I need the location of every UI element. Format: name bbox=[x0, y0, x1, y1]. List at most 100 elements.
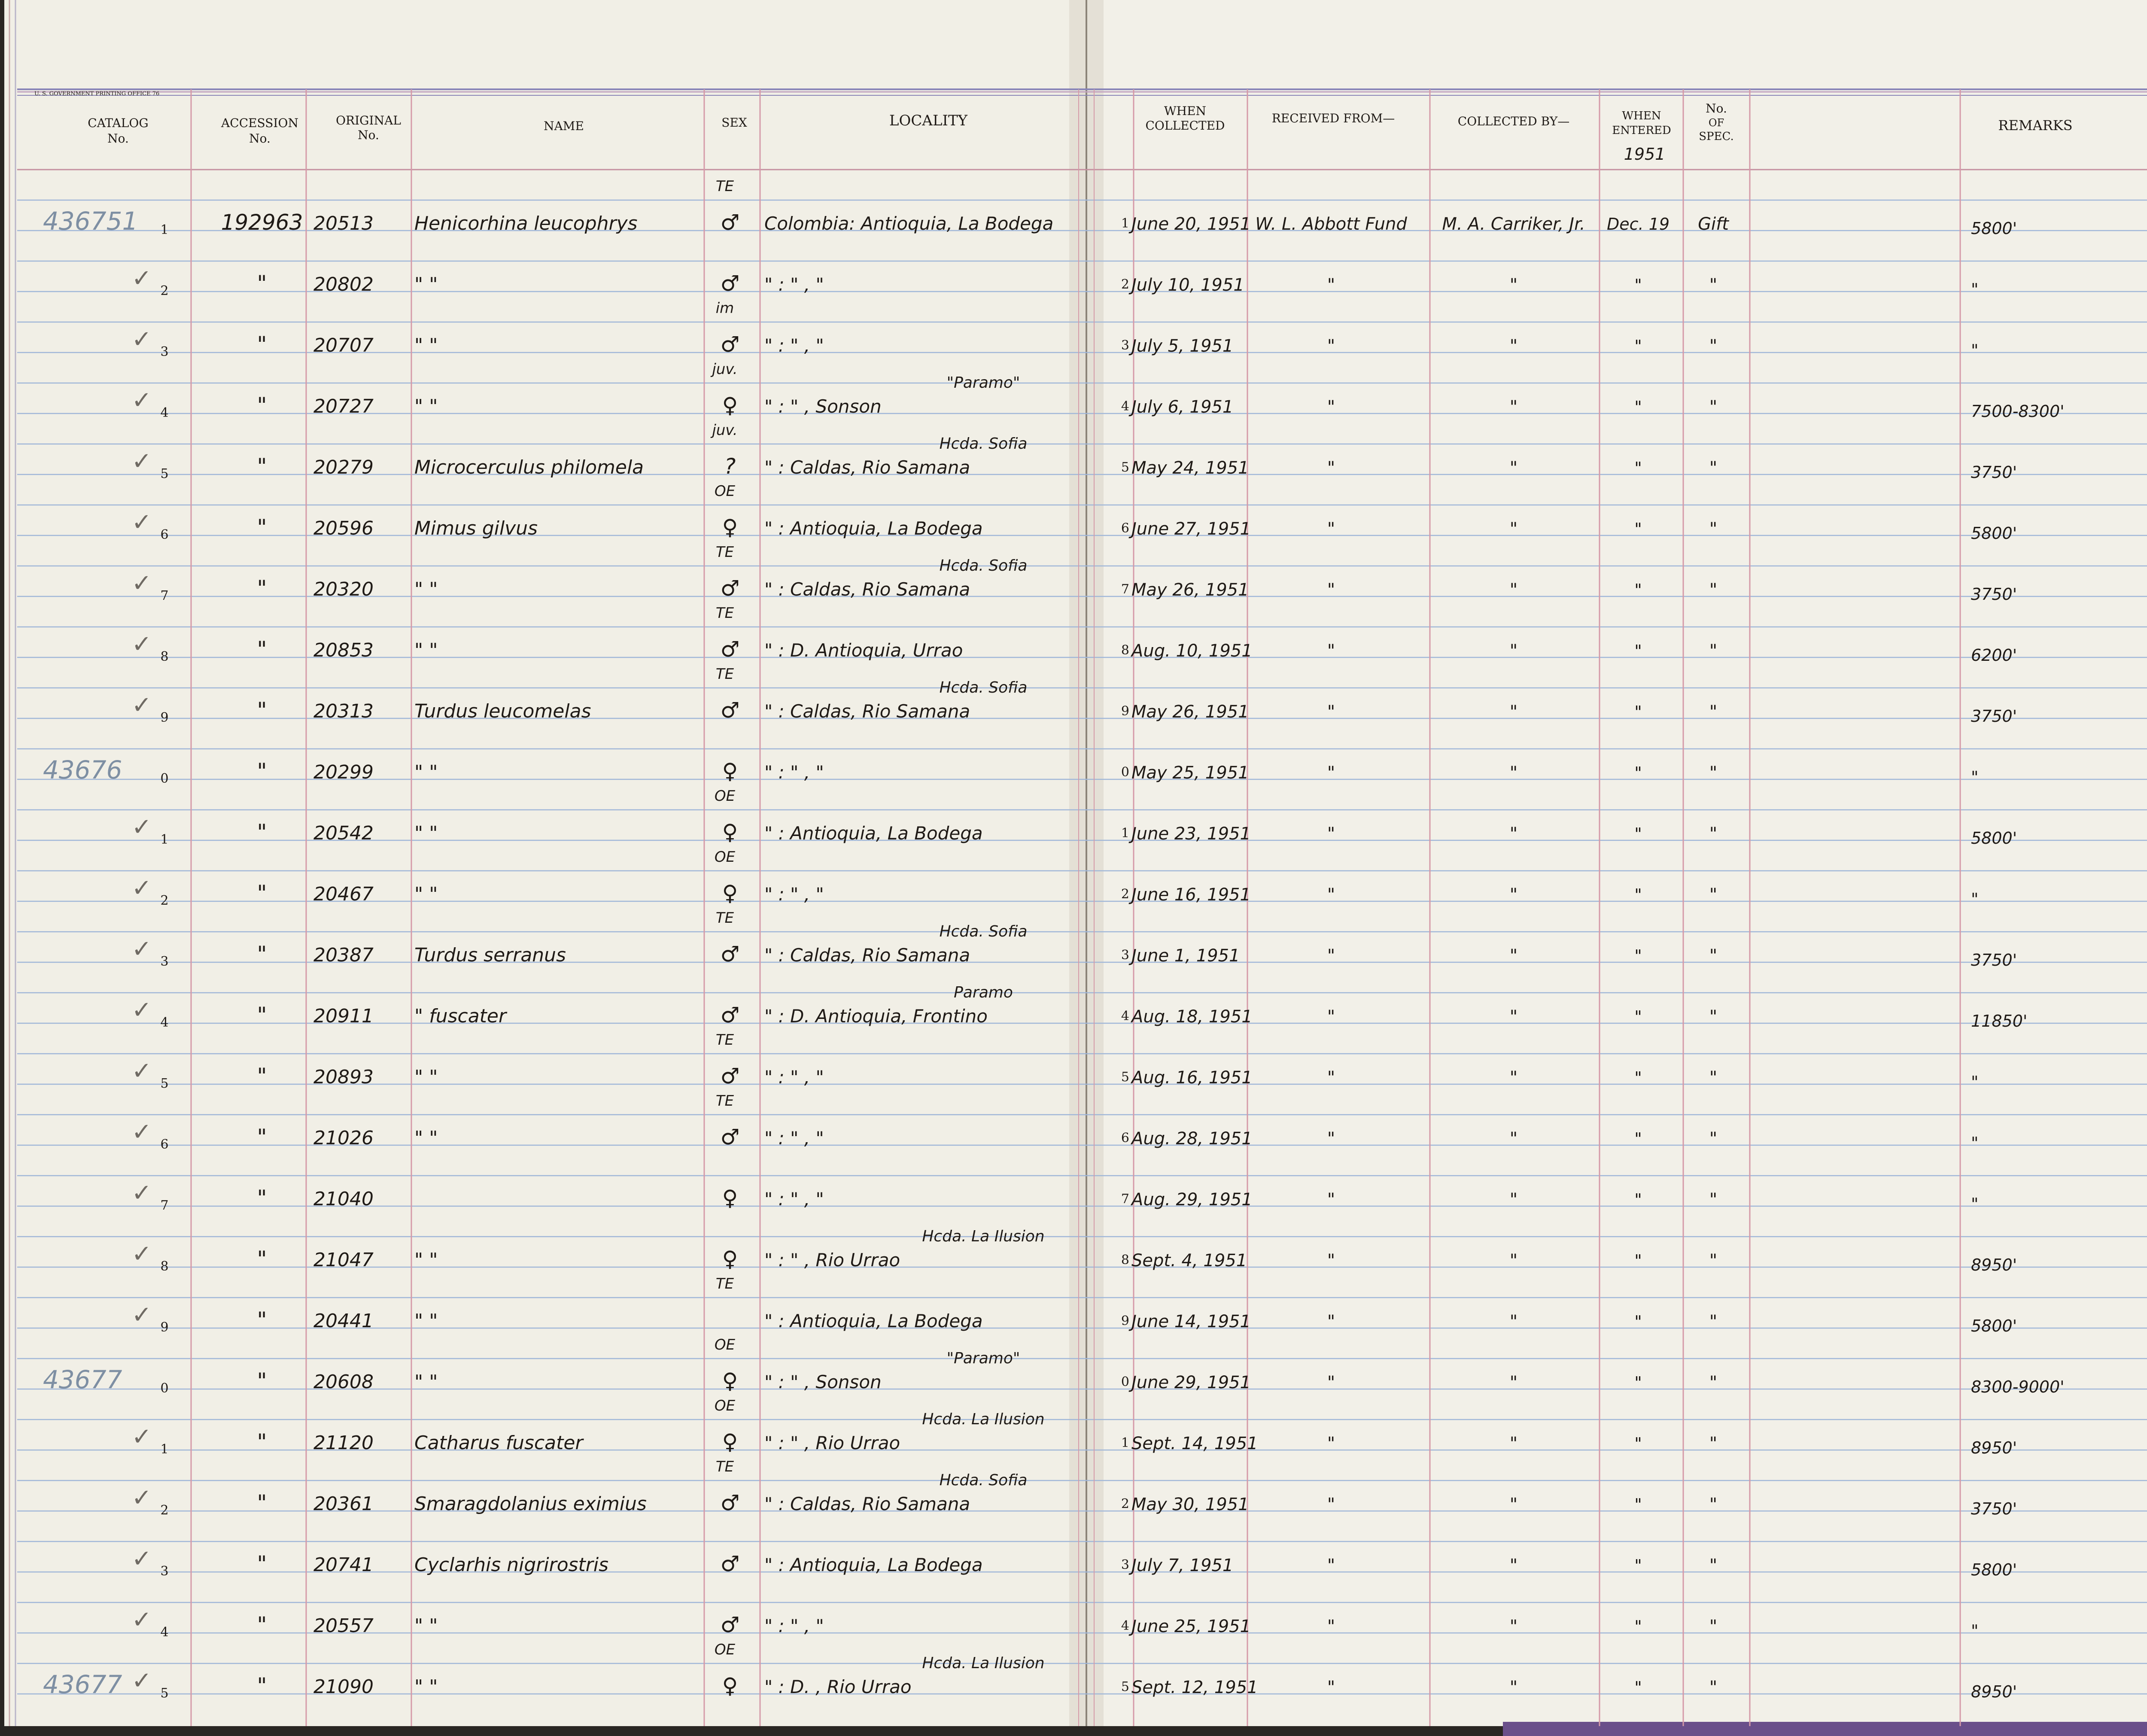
row-line-number: 1 bbox=[160, 1442, 168, 1457]
row-locality: " : " , " bbox=[764, 335, 824, 356]
row-line-number: 4 bbox=[160, 1625, 168, 1640]
row-name: " " bbox=[414, 1371, 438, 1393]
header-catalog-no-2: No. bbox=[107, 131, 129, 146]
row-locality: " : D. Antioquia, Urrao bbox=[764, 640, 963, 661]
row-age-note: TE bbox=[716, 178, 734, 195]
row-when-entered: " bbox=[1634, 1556, 1642, 1575]
row-sex: ♂ bbox=[721, 1612, 740, 1637]
row-no-of-spec: " bbox=[1709, 458, 1717, 478]
row-locality-note: Hcda. La Ilusion bbox=[922, 1654, 1044, 1672]
row-name: " " bbox=[414, 1615, 438, 1637]
row-original-no: 21120 bbox=[313, 1432, 374, 1454]
row-sex: ♀ bbox=[722, 881, 738, 906]
row-accession-no: " bbox=[257, 1003, 267, 1028]
row-received-from: " bbox=[1327, 1251, 1335, 1271]
row-remarks: " bbox=[1971, 280, 1978, 299]
row-age-note: im bbox=[716, 300, 734, 317]
row-received-from: " bbox=[1327, 1678, 1335, 1697]
row-remarks: " bbox=[1971, 1195, 1978, 1213]
row-remarks: 5800' bbox=[1971, 1560, 2017, 1579]
row-line-number: 6 bbox=[160, 527, 168, 542]
row-accession-no: " bbox=[257, 1186, 267, 1210]
row-accession-no: " bbox=[257, 1490, 267, 1515]
row-collected-by: " bbox=[1510, 1495, 1517, 1514]
row-name: " " bbox=[414, 1676, 438, 1698]
row-remarks: " bbox=[1971, 1134, 1978, 1152]
row-sex: ♂ bbox=[721, 942, 740, 967]
row-locality-note: Paramo bbox=[954, 984, 1013, 1001]
row-date-collected: Aug. 29, 1951 bbox=[1130, 1190, 1253, 1210]
header-remarks: REMARKS bbox=[1998, 117, 2072, 134]
row-when-entered: " bbox=[1634, 1007, 1642, 1026]
row-age-note: TE bbox=[716, 1031, 734, 1049]
row-accession-no: " bbox=[257, 637, 267, 662]
row-received-from: " bbox=[1327, 519, 1335, 539]
row-accession-no: " bbox=[257, 1064, 267, 1088]
row-name: " " bbox=[414, 274, 438, 295]
row-collected-by: " bbox=[1510, 1068, 1517, 1088]
header-accession-no-1: ACCESSION bbox=[221, 116, 298, 130]
row-locality: " : Caldas, Rio Samana bbox=[764, 945, 970, 966]
row-check-mark: ✓ bbox=[132, 1301, 152, 1329]
row-locality-note: "Paramo" bbox=[947, 374, 1020, 392]
row-received-from: " bbox=[1327, 1129, 1335, 1149]
row-age-note: TE bbox=[716, 544, 734, 561]
row-locality-note: Hcda. Sofia bbox=[940, 435, 1028, 453]
row-sex: ♂ bbox=[721, 210, 740, 235]
row-age-note: OE bbox=[715, 787, 736, 805]
row-line-number: 0 bbox=[160, 771, 168, 786]
row-check-mark: ✓ bbox=[132, 996, 152, 1024]
row-locality: " : " , " bbox=[764, 1067, 824, 1088]
row-no-of-spec: " bbox=[1709, 1251, 1717, 1271]
row-accession-no: " bbox=[257, 1429, 267, 1454]
row-right-line-number: 1 bbox=[1121, 1435, 1129, 1450]
row-sex: ♀ bbox=[722, 1186, 738, 1210]
row-locality: " : " , " bbox=[764, 1615, 824, 1636]
row-no-of-spec: " bbox=[1709, 763, 1717, 783]
row-right-line-number: 0 bbox=[1121, 765, 1129, 780]
row-age-note: juv. bbox=[710, 422, 737, 439]
row-check-mark: ✓ bbox=[132, 325, 152, 353]
row-line-number: 6 bbox=[160, 1137, 168, 1152]
row-date-collected: July 7, 1951 bbox=[1128, 1556, 1233, 1575]
header-name: NAME bbox=[544, 119, 584, 133]
row-original-no: 20467 bbox=[313, 883, 374, 905]
row-no-of-spec: " bbox=[1709, 519, 1717, 539]
row-sex: ♂ bbox=[721, 332, 740, 357]
row-accession-no: " bbox=[257, 1368, 267, 1393]
row-date-collected: June 16, 1951 bbox=[1128, 885, 1251, 905]
row-name: Henicorhina leucophrys bbox=[414, 213, 638, 234]
row-age-note: OE bbox=[715, 483, 736, 500]
row-remarks: 7500-8300' bbox=[1971, 402, 2065, 421]
row-received-from: " bbox=[1327, 1068, 1335, 1088]
row-collected-by: " bbox=[1510, 1007, 1517, 1027]
row-check-mark: ✓ bbox=[132, 1423, 152, 1451]
row-name: " " bbox=[414, 883, 438, 905]
row-catalog-number: 43676 bbox=[43, 755, 122, 784]
row-name: " " bbox=[414, 761, 438, 783]
header-received-from: RECEIVED FROM— bbox=[1272, 111, 1395, 125]
row-original-no: 20741 bbox=[313, 1554, 374, 1576]
row-sex: ♂ bbox=[721, 1125, 740, 1149]
row-collected-by: " bbox=[1510, 1434, 1517, 1453]
row-right-line-number: 2 bbox=[1121, 277, 1129, 292]
row-collected-by: " bbox=[1510, 275, 1517, 295]
row-line-number: 2 bbox=[160, 1503, 168, 1518]
row-accession-no: " bbox=[257, 1125, 267, 1149]
header-when-entered-2: ENTERED bbox=[1612, 124, 1671, 137]
row-sex: ♂ bbox=[721, 698, 740, 723]
row-when-entered: " bbox=[1634, 946, 1642, 965]
row-locality: " : " , " bbox=[764, 762, 824, 783]
row-remarks: 3750' bbox=[1971, 463, 2017, 482]
row-accession-no: " bbox=[257, 881, 267, 906]
row-accession-no: " bbox=[257, 271, 267, 296]
row-check-mark: ✓ bbox=[132, 569, 152, 597]
row-accession-no: " bbox=[257, 1551, 267, 1576]
row-check-mark: ✓ bbox=[132, 1118, 152, 1146]
row-right-line-number: 4 bbox=[1121, 1618, 1129, 1633]
row-check-mark: ✓ bbox=[132, 508, 152, 536]
row-no-of-spec: " bbox=[1709, 1068, 1717, 1088]
row-original-no: 20513 bbox=[313, 213, 374, 234]
row-age-note: OE bbox=[715, 1397, 736, 1414]
row-collected-by: " bbox=[1510, 1190, 1517, 1210]
